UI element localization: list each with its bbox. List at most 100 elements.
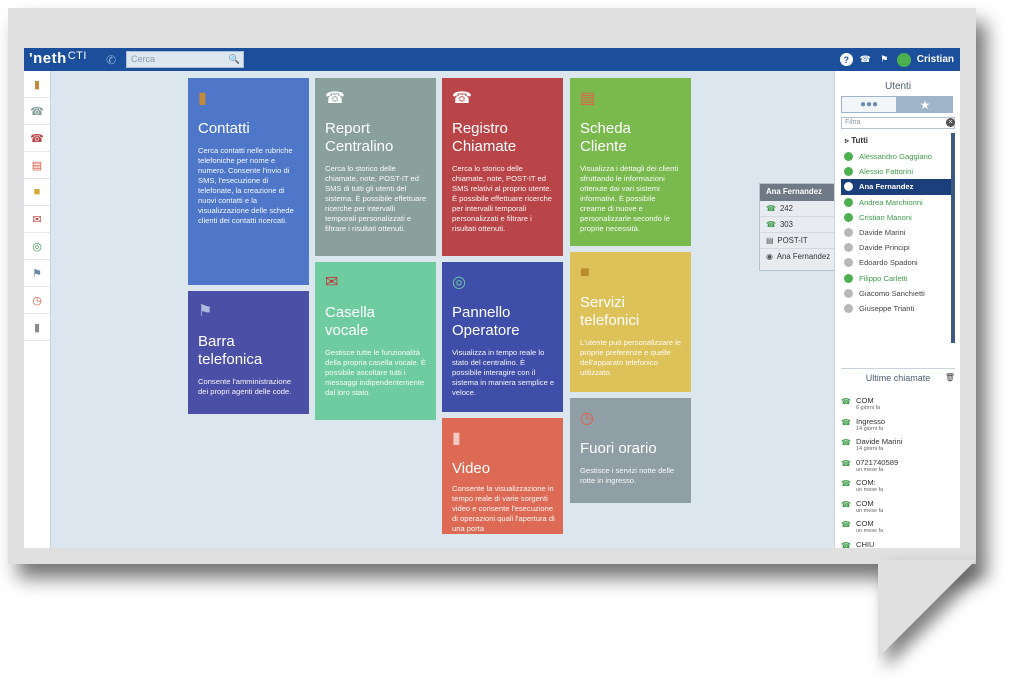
user-list-item[interactable]: Ana Fernandez — [841, 179, 955, 195]
users-group-icon: ●●● — [859, 99, 879, 110]
last-call-name: COM: — [855, 478, 876, 487]
user-list-item[interactable]: Alessio Fattorini — [841, 164, 955, 179]
phone-icon: ☎ — [766, 220, 776, 229]
filter-input[interactable]: Filtra × — [841, 117, 955, 129]
last-call-time: 14 giorni fa — [855, 425, 884, 432]
video-camera-icon: ▮ — [452, 430, 461, 447]
tile-contatti[interactable]: ▮ Contatti Cerca contatti nelle rubriche… — [188, 78, 309, 285]
tile-scheda-cliente[interactable]: ▤ Scheda Cliente Visualizza i dettagli d… — [570, 78, 691, 246]
contacts-book-icon[interactable]: ▮ — [24, 71, 50, 98]
user-card-extension-1[interactable]: ☎ 242 — [760, 201, 842, 217]
last-call-item[interactable]: ☎ CHIU — [841, 540, 955, 549]
tile-pannello-operatore[interactable]: ◎ Pannello Operatore Visualizza in tempo… — [442, 262, 563, 412]
last-call-time: 6 giorni fa — [855, 405, 881, 411]
user-name: Filippo Carletti — [859, 273, 908, 283]
last-call-name: CHIU — [855, 539, 875, 549]
tile-casella-vocale[interactable]: ✉ Casella vocale Gestisce tutte le funzi… — [315, 262, 436, 420]
phone-transfer-icon[interactable]: ☎ — [859, 53, 872, 66]
user-card-popup: Ana Fernandez ☎ 242 ☎ 303 ▤ POST-IT ◉ Ana Fe… — [759, 183, 843, 271]
phone-bar-icon[interactable]: ⚑ — [24, 260, 50, 287]
star-icon: ★ — [919, 97, 931, 112]
user-list-item[interactable]: Giacomo Sanchietti — [841, 286, 955, 301]
user-list-item[interactable]: Giuseppe Trianti — [841, 301, 955, 316]
tile-title-line1: Pannello — [452, 304, 511, 321]
last-call-time: un mese fa — [855, 528, 884, 534]
tile-video[interactable]: ▮ Video Consente la visualizzazione in t… — [442, 418, 563, 534]
user-list-item[interactable]: Davide Marini — [841, 225, 955, 240]
tile-title-line1: Casella — [325, 304, 376, 321]
help-icon[interactable]: ? — [839, 53, 853, 66]
users-list-scrollbar[interactable] — [951, 133, 955, 343]
tab-favorites[interactable]: ★ — [897, 96, 953, 113]
user-list-item[interactable]: Cristian Manoni — [841, 210, 955, 225]
chat-icon: ◉ — [766, 252, 773, 261]
last-call-name: 0721740589 — [855, 457, 899, 467]
tile-fuori-orario[interactable]: ◷ Fuori orario Gestisce i servizi notte … — [570, 398, 691, 503]
last-call-item[interactable]: ☎ 0721740589 un mese fa — [841, 458, 955, 479]
tile-description: Gestisce i servizi notte delle rotte in … — [580, 466, 675, 485]
tab-all-users[interactable]: ●●● — [841, 96, 897, 113]
search-input[interactable]: Cerca 🔍 — [126, 51, 244, 68]
last-call-item[interactable]: ☎ COM 6 giorni fa — [841, 396, 955, 417]
trash-icon[interactable]: 🗑 — [945, 373, 955, 382]
clear-filter-icon[interactable]: × — [946, 118, 955, 127]
customer-card-icon[interactable]: ▤ — [24, 152, 50, 179]
app-logo[interactable]: 'nethCTI — [29, 50, 87, 67]
tile-servizi-telefonici[interactable]: ■ Servizi telefonici L'utente può person… — [570, 252, 691, 392]
user-name: Alessio Fattorini — [859, 167, 914, 177]
call-history-icon[interactable]: ☎ — [24, 125, 50, 152]
report-phone-icon[interactable]: ☎ — [24, 98, 50, 125]
incoming-call-icon: ☎ — [841, 479, 851, 488]
last-call-item[interactable]: ☎ COM un mese fa — [841, 499, 955, 520]
tile-barra-telefonica[interactable]: ⚑ Barra telefonica Consente l'amministra… — [188, 291, 309, 414]
last-call-item[interactable]: ☎ COM un mese fa — [841, 519, 955, 540]
user-card-postit[interactable]: ▤ POST-IT — [760, 233, 842, 249]
last-call-time: un mese fa — [855, 507, 884, 514]
users-list: ▹ Tutti Alessandro Gaggiano Alessio Fatto… — [841, 133, 955, 343]
tile-title-line1: Scheda — [580, 120, 631, 137]
user-avatar-icon — [844, 243, 853, 253]
voicemail-icon[interactable]: ✉ — [24, 206, 50, 233]
tile-title: Fuori orario — [580, 440, 657, 457]
last-call-item[interactable]: ☎ COM: un mese fa — [841, 478, 955, 499]
last-call-name: COM — [855, 519, 874, 528]
top-bar-actions: ? ☎ ⚑ Cristian — [839, 51, 954, 68]
last-call-item[interactable]: ☎ Davide Marini 14 giorni fa — [841, 437, 955, 458]
user-name: Davide Principi — [859, 243, 910, 253]
search-icon[interactable]: 🔍 — [229, 54, 240, 65]
incoming-call-icon: ☎ — [841, 417, 851, 427]
user-list-item[interactable]: Davide Principi — [841, 240, 955, 255]
queue-agents-icon[interactable]: ⚑ — [878, 53, 891, 66]
speech-bubble-tail — [878, 560, 976, 658]
video-camera-icon[interactable]: ▮ — [24, 314, 50, 341]
tile-report-centralino[interactable]: ☎ Report Centralino Cerca lo storico del… — [315, 78, 436, 256]
top-bar: 'nethCTI ✆ Cerca 🔍 ? ☎ ⚑ Cristian — [24, 48, 960, 71]
user-name: Davide Marini — [859, 228, 906, 238]
tile-title-line1: Registro — [452, 120, 508, 137]
user-list-item[interactable]: Edoardo Spadoni — [841, 255, 955, 270]
user-avatar[interactable] — [896, 52, 911, 67]
user-list-item[interactable]: Andrea Marchionni — [841, 195, 955, 210]
incoming-call-icon: ☎ — [841, 397, 851, 406]
user-list-item[interactable]: Alessandro Gaggiano — [841, 149, 955, 164]
last-call-time: un mese fa — [855, 466, 884, 473]
users-group-all[interactable]: ▹ Tutti — [841, 133, 955, 149]
last-call-name: COM — [855, 498, 874, 508]
operator-panel-icon[interactable]: ◎ — [24, 233, 50, 260]
clock-icon[interactable]: ◷ — [24, 287, 50, 314]
clock-icon: ◷ — [580, 410, 594, 427]
user-card-extension-2[interactable]: ☎ 303 — [760, 217, 842, 233]
last-call-name: Ingresso — [855, 416, 886, 426]
user-name: Edoardo Spadoni — [859, 258, 918, 268]
tile-title-line2: telefonica — [198, 351, 263, 368]
tile-description: Cerca contatti nelle rubriche telefonich… — [198, 146, 294, 225]
last-call-item[interactable]: ☎ Ingresso 14 giorni fa — [841, 417, 955, 438]
tile-registro-chiamate[interactable]: ☎ Registro Chiamate Cerca lo storico del… — [442, 78, 563, 256]
user-avatar-icon — [844, 182, 853, 192]
user-card-chat[interactable]: ◉ Ana Fernandez — [760, 249, 842, 264]
user-name[interactable]: Cristian — [917, 54, 954, 65]
phone-services-icon[interactable]: ■ — [24, 179, 50, 206]
tile-title-line1: Report — [325, 120, 371, 137]
phone-icon[interactable]: ✆ — [106, 53, 120, 67]
user-list-item[interactable]: Filippo Carletti — [841, 271, 955, 286]
